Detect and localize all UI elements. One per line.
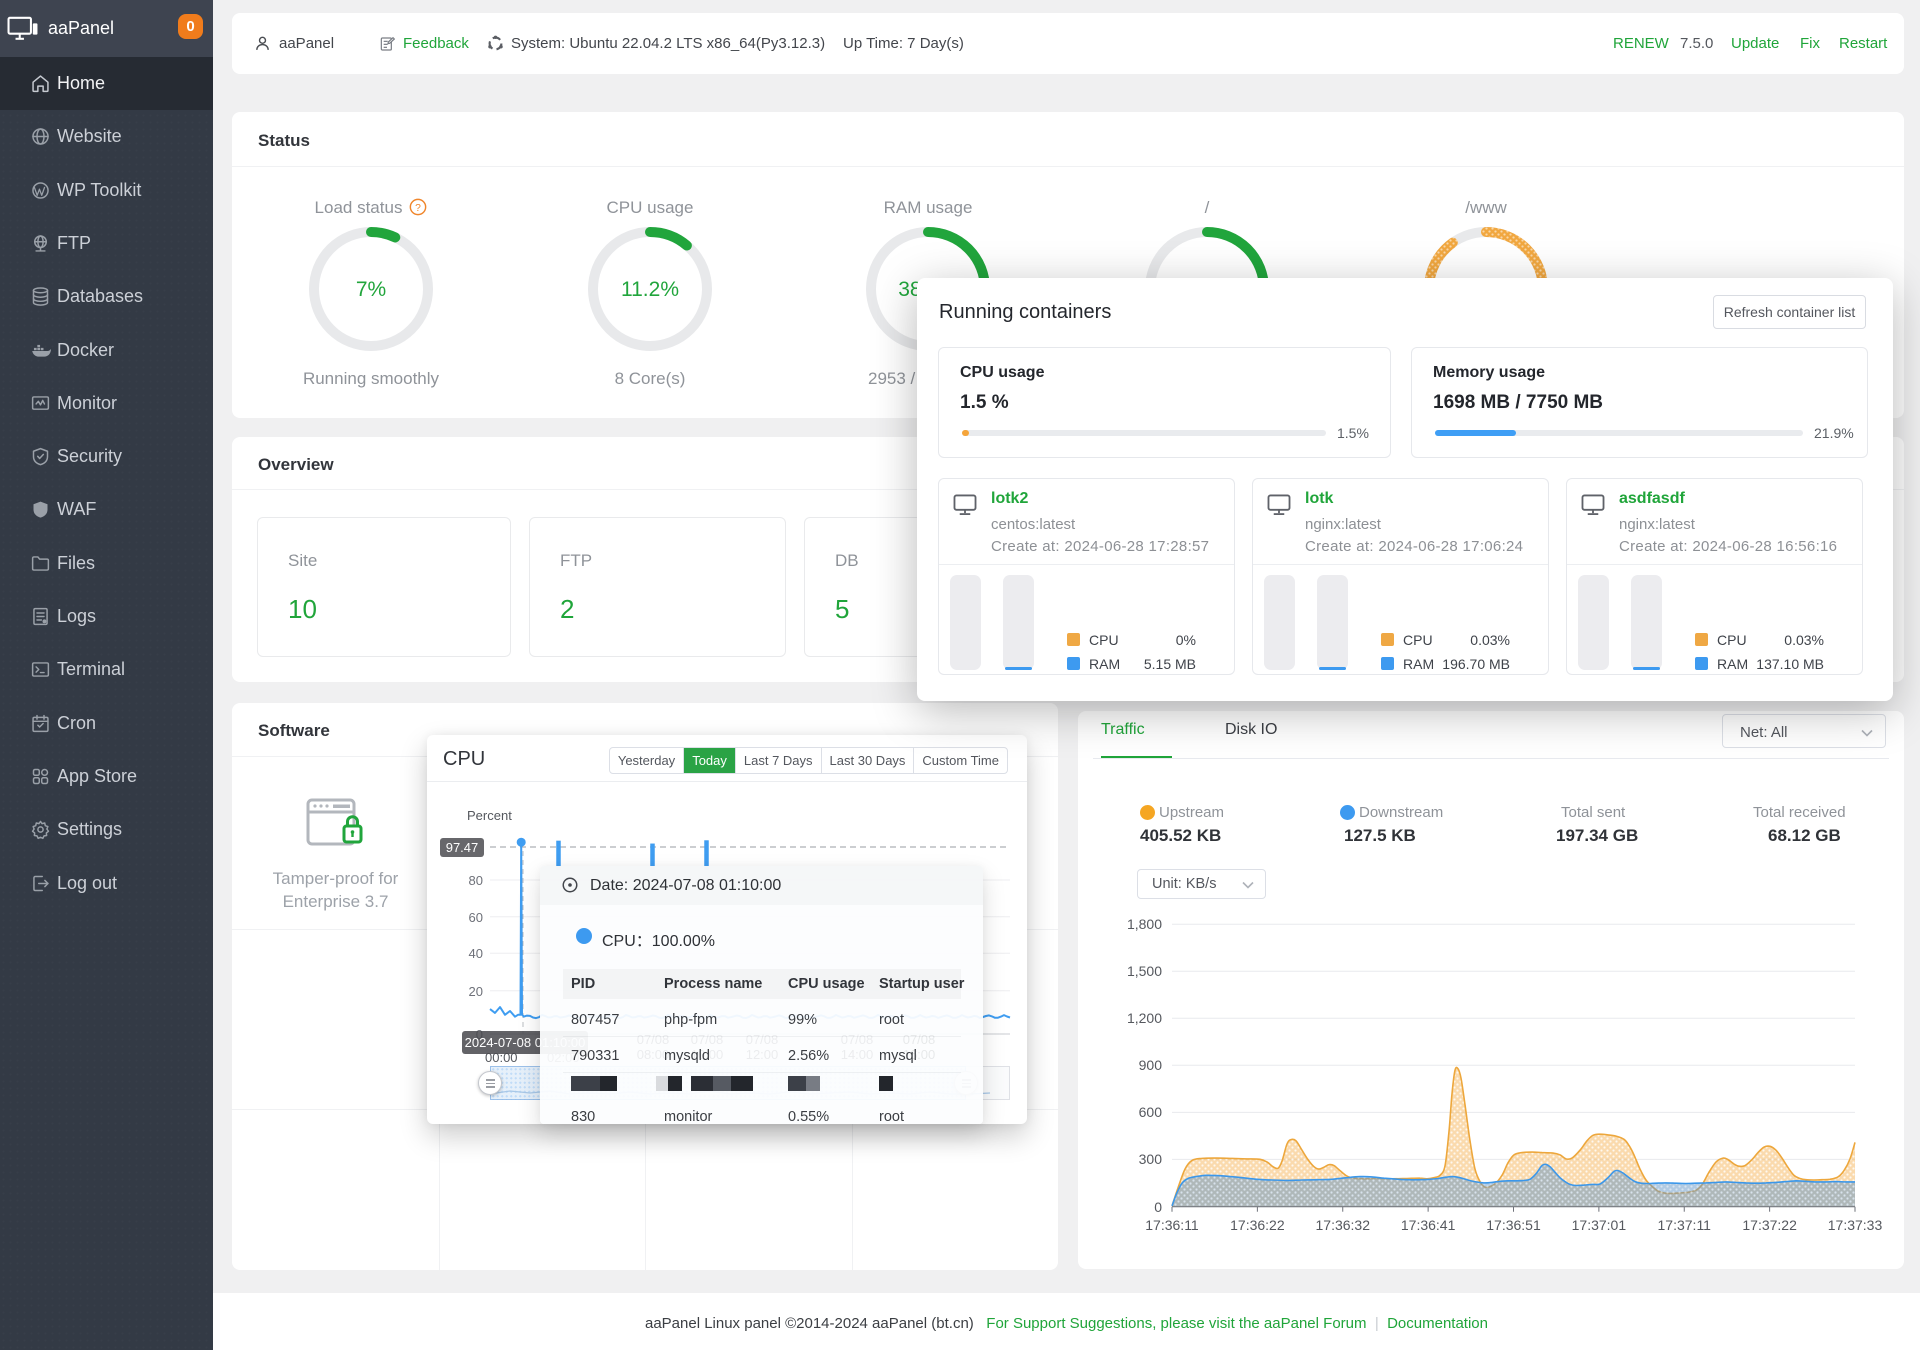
svg-text:7%: 7%	[356, 278, 386, 301]
svg-text:11.2%: 11.2%	[621, 278, 679, 301]
svg-text:?: ?	[416, 203, 422, 214]
